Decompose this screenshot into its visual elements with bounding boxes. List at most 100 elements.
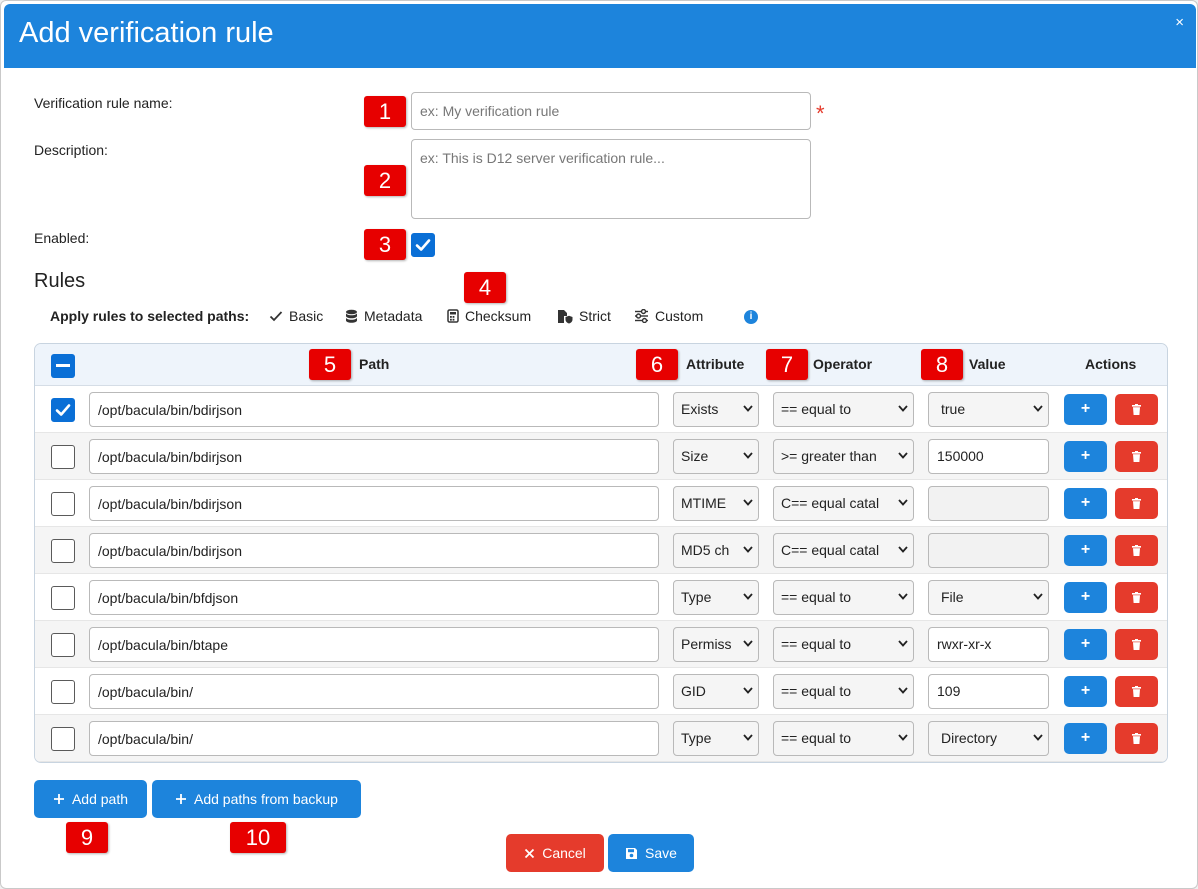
path-input[interactable]: [89, 580, 659, 615]
chevron-down-icon: [743, 640, 753, 647]
annotation-badge: 10: [230, 822, 286, 853]
chevron-down-icon: [898, 452, 908, 459]
description-textarea[interactable]: [411, 139, 811, 219]
row-checkbox[interactable]: [51, 633, 75, 657]
delete-rule-button[interactable]: [1115, 629, 1158, 660]
enabled-label: Enabled:: [34, 230, 90, 246]
attribute-select[interactable]: GID: [673, 674, 759, 709]
preset-strict-label: Strict: [579, 308, 611, 324]
close-icon[interactable]: ×: [1175, 14, 1184, 31]
attribute-select[interactable]: Type: [673, 580, 759, 615]
trash-icon: [1132, 592, 1141, 603]
path-input[interactable]: [89, 533, 659, 568]
value-input[interactable]: rwxr-xr-x: [928, 627, 1049, 662]
attribute-select[interactable]: MTIME: [673, 486, 759, 521]
table-row: Type == equal to Directory +: [35, 715, 1167, 762]
delete-rule-button[interactable]: [1115, 582, 1158, 613]
attribute-select[interactable]: Exists: [673, 392, 759, 427]
preset-basic-label: Basic: [289, 308, 324, 324]
attribute-select[interactable]: MD5 ch: [673, 533, 759, 568]
operator-select[interactable]: == equal to: [773, 580, 914, 615]
chevron-down-icon: [898, 405, 908, 412]
cancel-button[interactable]: Cancel: [506, 834, 604, 872]
operator-select[interactable]: == equal to: [773, 674, 914, 709]
add-rule-button[interactable]: +: [1064, 394, 1107, 425]
calculator-icon: [447, 309, 459, 323]
preset-custom[interactable]: Custom: [634, 308, 703, 324]
operator-select[interactable]: == equal to: [773, 627, 914, 662]
attribute-value: Permiss: [681, 636, 732, 652]
preset-metadata[interactable]: Metadata: [345, 308, 422, 324]
save-label: Save: [645, 845, 677, 861]
value-text: Directory: [941, 730, 998, 746]
operator-select[interactable]: C== equal catal: [773, 486, 914, 521]
row-checkbox[interactable]: [51, 680, 75, 704]
operator-value: >= greater than: [781, 448, 877, 464]
chevron-down-icon: [1033, 405, 1043, 412]
delete-rule-button[interactable]: [1115, 676, 1158, 707]
row-checkbox[interactable]: [51, 445, 75, 469]
delete-rule-button[interactable]: [1115, 723, 1158, 754]
attribute-value: MTIME: [681, 495, 727, 511]
add-path-button[interactable]: Add path: [34, 780, 147, 818]
check-icon: [55, 404, 71, 416]
path-input[interactable]: [89, 439, 659, 474]
row-checkbox[interactable]: [51, 539, 75, 563]
path-input[interactable]: [89, 627, 659, 662]
value-input[interactable]: 109: [928, 674, 1049, 709]
operator-value: == equal to: [781, 636, 852, 652]
chevron-down-icon: [743, 734, 753, 741]
table-row: GID == equal to 109 +: [35, 668, 1167, 715]
delete-rule-button[interactable]: [1115, 488, 1158, 519]
enabled-checkbox[interactable]: [411, 233, 435, 257]
path-input[interactable]: [89, 392, 659, 427]
attribute-select[interactable]: Permiss: [673, 627, 759, 662]
path-input[interactable]: [89, 721, 659, 756]
operator-value: == equal to: [781, 683, 852, 699]
delete-rule-button[interactable]: [1115, 441, 1158, 472]
delete-rule-button[interactable]: [1115, 535, 1158, 566]
value-input[interactable]: 150000: [928, 439, 1049, 474]
operator-value: == equal to: [781, 730, 852, 746]
add-rule-button[interactable]: +: [1064, 535, 1107, 566]
value-select[interactable]: true: [928, 392, 1049, 427]
preset-checksum[interactable]: Checksum: [447, 308, 531, 324]
info-icon[interactable]: i: [744, 310, 758, 324]
row-checkbox[interactable]: [51, 586, 75, 610]
preset-strict[interactable]: Strict: [557, 308, 611, 324]
add-rule-button[interactable]: +: [1064, 676, 1107, 707]
column-actions: Actions: [1085, 356, 1137, 372]
add-paths-from-backup-button[interactable]: Add paths from backup: [152, 780, 361, 818]
attribute-select[interactable]: Size: [673, 439, 759, 474]
preset-basic[interactable]: Basic: [269, 308, 323, 324]
operator-select[interactable]: C== equal catal: [773, 533, 914, 568]
path-input[interactable]: [89, 674, 659, 709]
attribute-select[interactable]: Type: [673, 721, 759, 756]
add-rule-button[interactable]: +: [1064, 629, 1107, 660]
path-input[interactable]: [89, 486, 659, 521]
add-rule-button[interactable]: +: [1064, 488, 1107, 519]
row-checkbox[interactable]: [51, 492, 75, 516]
annotation-badge: 5: [309, 349, 351, 380]
operator-select[interactable]: == equal to: [773, 721, 914, 756]
add-rule-button[interactable]: +: [1064, 582, 1107, 613]
chevron-down-icon: [743, 405, 753, 412]
delete-rule-button[interactable]: [1115, 394, 1158, 425]
add-rule-button[interactable]: +: [1064, 441, 1107, 472]
value-select[interactable]: File: [928, 580, 1049, 615]
chevron-down-icon: [743, 593, 753, 600]
operator-select[interactable]: == equal to: [773, 392, 914, 427]
row-checkbox[interactable]: [51, 727, 75, 751]
row-checkbox[interactable]: [51, 398, 75, 422]
rule-name-input[interactable]: [411, 92, 811, 130]
value-select[interactable]: Directory: [928, 721, 1049, 756]
operator-select[interactable]: >= greater than: [773, 439, 914, 474]
add-rule-button[interactable]: +: [1064, 723, 1107, 754]
column-operator: Operator: [813, 356, 873, 372]
chevron-down-icon: [1033, 734, 1043, 741]
save-button[interactable]: Save: [608, 834, 694, 872]
chevron-down-icon: [898, 687, 908, 694]
value-text: true: [941, 401, 966, 417]
select-all-checkbox[interactable]: [51, 354, 75, 378]
column-path: Path: [359, 356, 390, 372]
